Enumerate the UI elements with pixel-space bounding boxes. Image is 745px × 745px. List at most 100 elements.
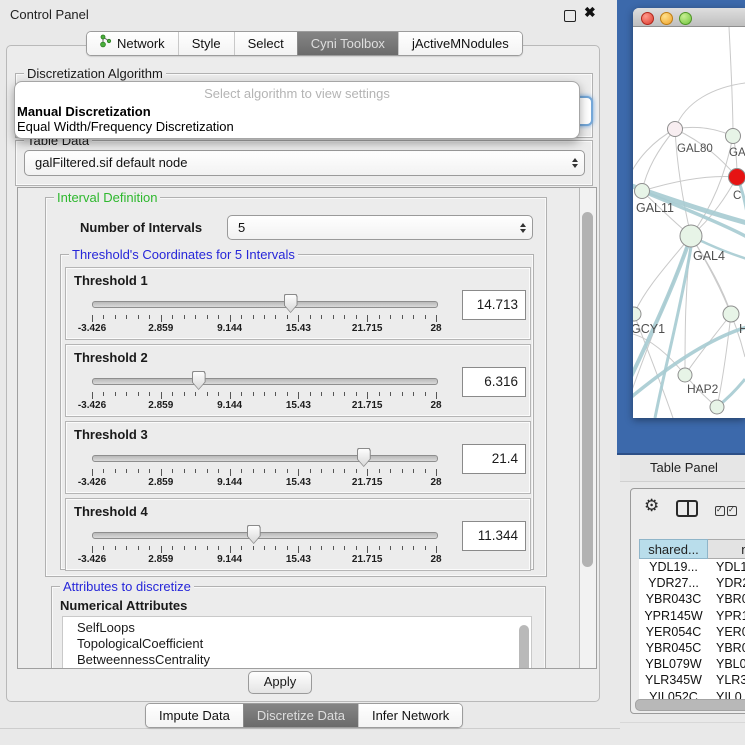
slider-tick: [298, 546, 299, 553]
network-canvas[interactable]: GAL80GACGAL11GAL4GCY1HHAP2: [633, 27, 745, 418]
tab-label: Impute Data: [159, 704, 230, 727]
network-node-node-right-h[interactable]: [723, 306, 739, 322]
slider-tick-label: -3.426: [67, 554, 117, 565]
table-row[interactable]: YDL19...YDL1: [639, 559, 745, 575]
slider-tick: [310, 546, 311, 550]
algorithm-option-equal-width-frequency-discretization[interactable]: Equal Width/Frequency Discretization: [17, 119, 580, 134]
threshold-value-field[interactable]: 6.316: [462, 367, 526, 397]
slider-thumb[interactable]: [357, 448, 371, 467]
slider-tick: [92, 315, 93, 322]
slider-thumb[interactable]: [247, 525, 261, 544]
close-traffic-light-icon[interactable]: [641, 12, 654, 25]
tab-jactivemnodules[interactable]: jActiveMNodules: [398, 32, 522, 55]
checkbox-icon[interactable]: [715, 506, 725, 516]
slider-tick: [149, 546, 150, 550]
num-intervals-combobox[interactable]: 5: [227, 215, 533, 240]
attribute-item-topologicalcoefficient[interactable]: TopologicalCoefficient: [63, 636, 531, 652]
horizontal-scrollbar-thumb[interactable]: [635, 699, 745, 711]
tab-select[interactable]: Select: [234, 32, 297, 55]
network-window-titlebar[interactable]: [633, 8, 745, 27]
float-window-icon[interactable]: [564, 10, 576, 22]
table-row[interactable]: YBR045CYBR0: [639, 640, 745, 656]
network-node-gal80[interactable]: [668, 122, 683, 137]
slider-track[interactable]: [92, 378, 438, 385]
group-title: Threshold's Coordinates for 5 Intervals: [69, 247, 298, 262]
column-header-shared-name[interactable]: shared...: [639, 539, 708, 559]
slider-tick: [333, 546, 334, 550]
gear-icon[interactable]: ⚙: [644, 497, 659, 514]
slider-tick: [390, 392, 391, 396]
threshold-value-field[interactable]: 11.344: [462, 521, 526, 551]
slider-tick: [172, 546, 173, 550]
attribute-item-selfloops[interactable]: SelfLoops: [63, 620, 531, 636]
attribute-item-betweennesscentrality[interactable]: BetweennessCentrality: [63, 652, 531, 668]
slider-thumb[interactable]: [192, 371, 206, 390]
table-data-combobox[interactable]: galFiltered.sif default node: [24, 150, 585, 176]
tab-style[interactable]: Style: [178, 32, 234, 55]
slider-tick: [103, 546, 104, 550]
table-row[interactable]: YPR145WYPR1: [639, 608, 745, 624]
threshold-value-field[interactable]: 21.4: [462, 444, 526, 474]
network-node-gal11[interactable]: [635, 184, 650, 199]
slider-tick: [126, 315, 127, 319]
num-intervals-label: Number of Intervals: [80, 220, 202, 235]
node-table: shared... na YDL19...YDL1YDR27...YDR2YBR…: [639, 539, 745, 705]
slider-tick: [218, 392, 219, 396]
network-node-hap2[interactable]: [678, 368, 692, 382]
slider-tick: [310, 469, 311, 473]
numerical-attributes-list[interactable]: SelfLoopsTopologicalCoefficientBetweenne…: [62, 616, 532, 668]
table-row[interactable]: YDR27...YDR2: [639, 575, 745, 591]
bottom-tab-discretize-data[interactable]: Discretize Data: [243, 704, 358, 727]
scrollbar-thumb[interactable]: [582, 212, 593, 567]
network-node-gcy1[interactable]: [633, 307, 641, 321]
slider-tick: [195, 392, 196, 396]
slider-tick: [253, 469, 254, 473]
slider-tick: [425, 315, 426, 319]
slider-tick: [138, 546, 139, 550]
tab-cyni-toolbox[interactable]: Cyni Toolbox: [297, 32, 398, 55]
list-scrollbar-thumb[interactable]: [519, 625, 529, 668]
table-row[interactable]: YER054CYER0: [639, 624, 745, 640]
minimize-traffic-light-icon[interactable]: [660, 12, 673, 25]
slider-track[interactable]: [92, 455, 438, 462]
algorithm-option-manual-discretization[interactable]: Manual Discretization: [17, 104, 580, 119]
slider-tick: [367, 392, 368, 399]
split-column-icon[interactable]: [676, 500, 698, 517]
apply-button[interactable]: Apply: [248, 671, 312, 694]
slider-tick: [275, 546, 276, 550]
slider-tick: [321, 469, 322, 473]
bottom-tab-infer-network[interactable]: Infer Network: [358, 704, 462, 727]
slider-tick: [298, 392, 299, 399]
close-icon[interactable]: ✖: [584, 4, 596, 21]
slider-tick-label: -3.426: [67, 323, 117, 334]
slider-tick-label: 15.43: [273, 323, 323, 334]
table-cell: YER054C: [639, 624, 708, 640]
tab-network[interactable]: Network: [87, 32, 178, 55]
node-table-container: ⚙ shared... na YDL19...YDL1YDR27...YDR2Y…: [630, 488, 745, 714]
slider-tick: [344, 392, 345, 396]
slider-tick: [379, 392, 380, 396]
network-node-node-bottom[interactable]: [710, 400, 724, 414]
slider-track[interactable]: [92, 301, 438, 308]
slider-tick: [390, 469, 391, 473]
slider-tick-label: 21.715: [342, 554, 392, 565]
tab-label: Infer Network: [372, 704, 449, 727]
table-row[interactable]: YBR043CYBR0: [639, 591, 745, 607]
column-header-name[interactable]: na: [708, 539, 745, 559]
table-row[interactable]: YLR345WYLR3: [639, 672, 745, 688]
table-row[interactable]: YBL079WYBL0: [639, 656, 745, 672]
bottom-tab-impute-data[interactable]: Impute Data: [146, 704, 243, 727]
threshold-label: Threshold 1: [74, 273, 148, 288]
network-node-gal4[interactable]: [680, 225, 702, 247]
threshold-value-field[interactable]: 14.713: [462, 290, 526, 320]
slider-track[interactable]: [92, 532, 438, 539]
threshold-panel-threshold-2: Threshold 2-3.4262.8599.14415.4321.71528…: [65, 344, 531, 417]
slider-thumb[interactable]: [284, 294, 298, 313]
zoom-traffic-light-icon[interactable]: [679, 12, 692, 25]
slider-tick-label: -3.426: [67, 477, 117, 488]
slider-tick: [207, 392, 208, 396]
network-node-node-top-right[interactable]: [726, 129, 741, 144]
slider-tick: [138, 469, 139, 473]
network-node-node-red[interactable]: [729, 169, 745, 186]
checkbox-icon[interactable]: [727, 506, 737, 516]
